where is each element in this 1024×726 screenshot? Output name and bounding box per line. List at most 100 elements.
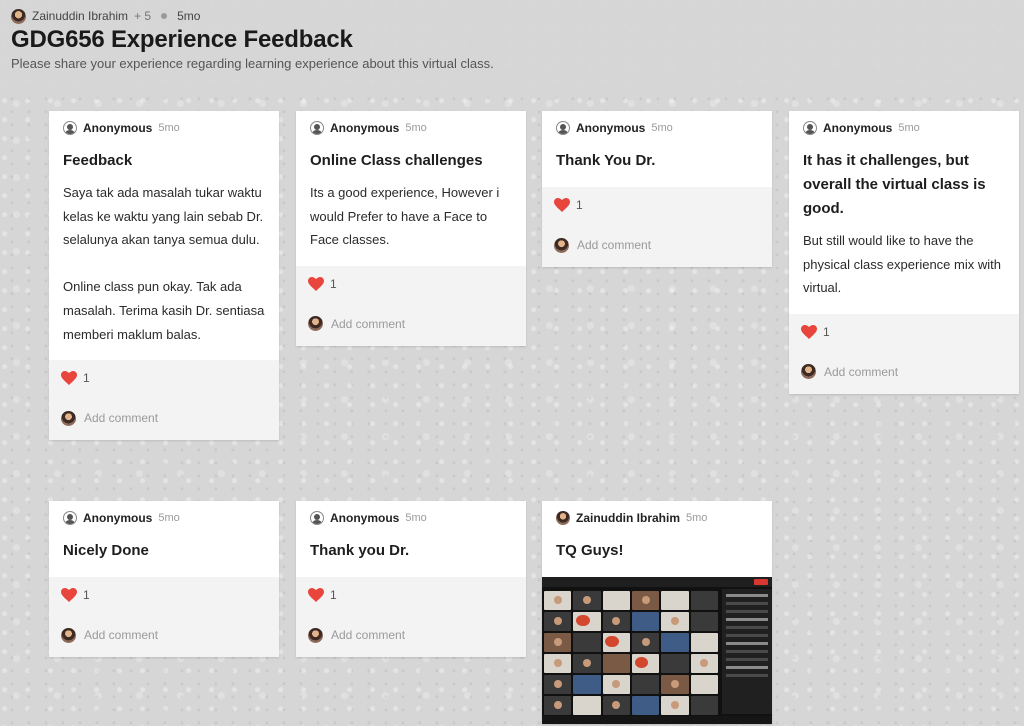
chat-line	[726, 618, 768, 621]
participant-tile	[602, 654, 630, 673]
add-comment-placeholder[interactable]: Add comment	[331, 628, 405, 642]
participant-tile	[602, 633, 630, 652]
post-title: Nicely Done	[63, 542, 149, 559]
post-footer: 1 Add comment	[49, 360, 279, 441]
participant-tile	[544, 654, 572, 673]
participant-tile	[690, 612, 718, 631]
separator-dot	[161, 13, 168, 19]
like-count: 1	[83, 371, 90, 386]
anonymous-avatar-icon	[556, 121, 570, 135]
participant-tile	[573, 675, 601, 694]
post-title: Online Class challenges	[310, 152, 483, 169]
post-card[interactable]: Anonymous 5mo Thank You Dr. 1 Add commen…	[542, 111, 772, 267]
participant-tile	[602, 675, 630, 694]
post-card[interactable]: Anonymous 5mo Feedback Saya tak ada masa…	[49, 111, 279, 441]
participant-tile	[632, 633, 660, 652]
add-comment-placeholder[interactable]: Add comment	[824, 365, 898, 379]
chat-line	[726, 594, 768, 597]
add-comment-placeholder[interactable]: Add comment	[331, 317, 405, 331]
participant-tile	[544, 675, 572, 694]
author-name: Anonymous	[330, 121, 400, 135]
participant-tile	[632, 612, 660, 631]
add-comment-field[interactable]: Add comment	[49, 613, 279, 657]
post-card[interactable]: Anonymous 5mo Thank you Dr. 1 Add commen…	[296, 501, 526, 657]
post-card[interactable]: Anonymous 5mo It has it challenges, but …	[789, 111, 1019, 394]
author-name: Zainuddin Ibrahim	[576, 511, 680, 525]
participant-tile	[573, 612, 601, 631]
heart-icon[interactable]	[308, 588, 324, 602]
participant-face	[553, 637, 562, 647]
participant-face	[582, 595, 592, 605]
participant-tile	[544, 633, 572, 652]
participant-face	[670, 616, 680, 626]
participant-tile	[573, 633, 601, 652]
post-author: Anonymous 5mo	[296, 111, 526, 145]
heart-icon[interactable]	[801, 324, 817, 339]
post-card[interactable]: Zainuddin Ibrahim 5mo TQ Guys!	[542, 501, 772, 724]
participant-face	[553, 679, 562, 689]
collaborators-count[interactable]: + 5	[134, 9, 151, 23]
post-time: 5mo	[405, 122, 427, 134]
board-age: 5mo	[177, 9, 201, 23]
board-header: Zainuddin Ibrahim + 5 5mo GDG656 Experie…	[0, 0, 1024, 88]
chat-line	[726, 666, 768, 669]
chat-line	[726, 642, 768, 645]
post-time: 5mo	[686, 512, 708, 524]
add-comment-placeholder[interactable]: Add comment	[84, 628, 158, 642]
heart-icon[interactable]	[308, 276, 324, 291]
participant-tile	[573, 591, 601, 610]
post-title: TQ Guys!	[556, 542, 624, 559]
participant-tile	[632, 675, 660, 694]
heart-icon[interactable]	[61, 371, 77, 386]
add-comment-field[interactable]: Add comment	[296, 613, 526, 657]
post-body: Saya tak ada masalah tukar waktu kelas k…	[63, 185, 265, 342]
user-avatar	[554, 237, 569, 253]
like-count: 1	[83, 588, 90, 602]
post-body: Its a good experience, However i would P…	[310, 185, 500, 248]
post-card[interactable]: Anonymous 5mo Nicely Done 1 Add comment	[49, 501, 279, 657]
board-meta: Zainuddin Ibrahim + 5 5mo	[11, 8, 200, 24]
chat-line	[726, 626, 768, 629]
participant-face	[612, 616, 621, 626]
post-body: But still would like to have the physica…	[803, 233, 1001, 296]
like-row: 1	[296, 577, 526, 613]
add-comment-field[interactable]: Add comment	[296, 302, 526, 346]
add-comment-field[interactable]: Add comment	[542, 223, 772, 267]
participant-tile	[661, 591, 689, 610]
participant-tile	[632, 591, 660, 610]
like-row: 1	[789, 314, 1019, 350]
post-author: Anonymous 5mo	[49, 501, 279, 535]
video-call-controls	[542, 716, 772, 724]
participant-face	[670, 679, 680, 689]
chat-line	[726, 658, 768, 661]
anonymous-avatar-icon	[310, 121, 324, 135]
heart-icon[interactable]	[554, 198, 570, 212]
attachment-image[interactable]	[542, 577, 772, 724]
participant-face	[553, 595, 562, 605]
like-row: 1	[49, 360, 279, 396]
owner-avatar[interactable]	[11, 8, 26, 24]
video-call-grid	[544, 591, 718, 715]
participant-face	[670, 700, 680, 710]
participant-face	[700, 658, 709, 668]
participant-face	[641, 637, 650, 647]
heart-icon[interactable]	[61, 588, 77, 602]
like-count: 1	[330, 276, 337, 291]
participant-tile	[661, 633, 689, 652]
add-comment-placeholder[interactable]: Add comment	[577, 238, 651, 252]
user-avatar	[308, 627, 323, 643]
like-count: 1	[576, 198, 583, 212]
like-row: 1	[542, 187, 772, 223]
user-avatar	[308, 316, 323, 332]
post-card[interactable]: Anonymous 5mo Online Class challenges It…	[296, 111, 526, 346]
chat-line	[726, 650, 768, 653]
owner-name[interactable]: Zainuddin Ibrahim	[32, 9, 128, 23]
add-comment-field[interactable]: Add comment	[49, 396, 279, 440]
participant-tile	[544, 696, 572, 715]
participant-tile	[544, 612, 572, 631]
participant-tile	[573, 654, 601, 673]
participant-face	[612, 679, 621, 689]
add-comment-field[interactable]: Add comment	[789, 350, 1019, 394]
add-comment-placeholder[interactable]: Add comment	[84, 411, 158, 425]
post-author: Zainuddin Ibrahim 5mo	[542, 501, 772, 535]
